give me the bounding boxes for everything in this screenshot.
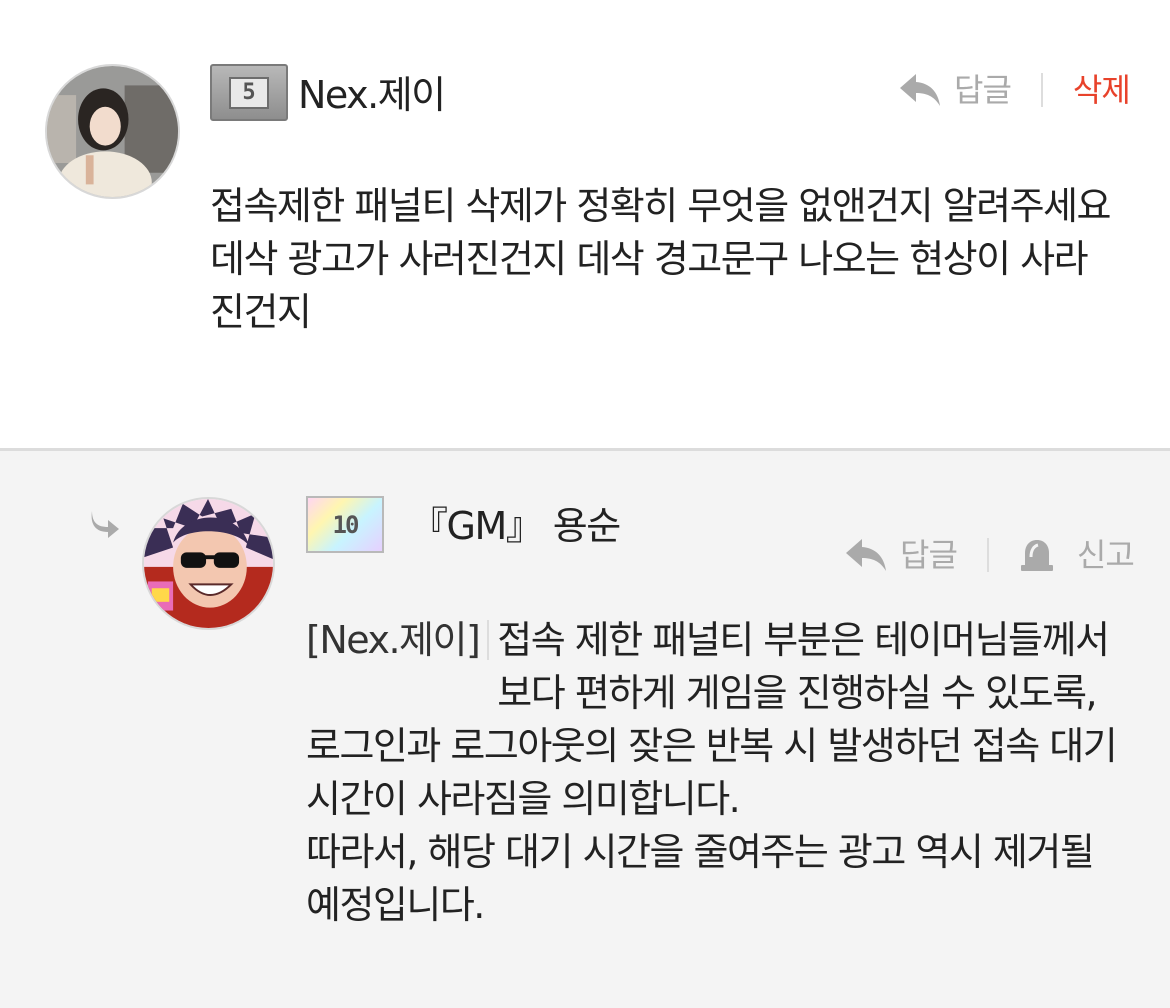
action-divider [1040,73,1043,107]
siren-icon [1020,540,1053,571]
reply-label: 답글 [954,71,1012,109]
avatar-illustration [144,499,273,628]
action-divider [986,538,989,572]
comment-text: 접속제한 패널티 삭제가 정확히 무엇을 없앤건지 알려주세요 데삭 광고가 사… [210,184,1111,334]
avatar[interactable] [142,497,275,630]
report-label: 신고 [1076,536,1135,574]
avatar-photo [47,66,178,197]
mention-text: 접속 제한 패널티 부분은 테이머님들께서 보다 편하게 게임을 진행하실 수 … [497,618,1120,715]
comment-item: 5 Nex.제이 답글 삭제 접속제한 패널티 삭제가 정확히 무엇을 없앤건지… [0,0,1170,448]
mention-divider [487,620,490,660]
comment-text: 로그인과 로그아웃의 잦은 반복 시 발생하던 접속 대기 시간이 사라짐을 의… [306,724,1118,927]
mention-block: [Nex.제이] 접속 제한 패널티 부분은 테이머님들께서 보다 편하게 게임… [306,614,1126,720]
comment-actions: 답글 신고 [844,536,1135,574]
reply-arrow-icon [900,74,940,106]
comment-actions: 답글 삭제 [898,71,1131,109]
avatar[interactable] [45,64,180,199]
delete-label: 삭제 [1072,71,1131,109]
nickname[interactable]: 『GM』 용순 [410,507,621,545]
level-badge: 5 [210,64,288,121]
reply-comment-item: 10 『GM』 용순 답글 신고 [Nex.제이] 접속 제한 패널티 부분은 … [0,451,1170,1008]
delete-button[interactable]: 삭제 [1072,71,1131,109]
level-badge: 10 [306,496,384,553]
report-button[interactable]: 신고 [1019,536,1135,574]
reply-arrow-icon [846,539,886,571]
reply-button[interactable]: 답글 [898,71,1012,109]
mention-tag[interactable]: [Nex.제이] [306,614,481,720]
reply-button[interactable]: 답글 [844,536,958,574]
nested-reply-icon [91,511,119,538]
reply-label: 답글 [900,536,958,574]
nickname[interactable]: Nex.제이 [298,76,446,114]
